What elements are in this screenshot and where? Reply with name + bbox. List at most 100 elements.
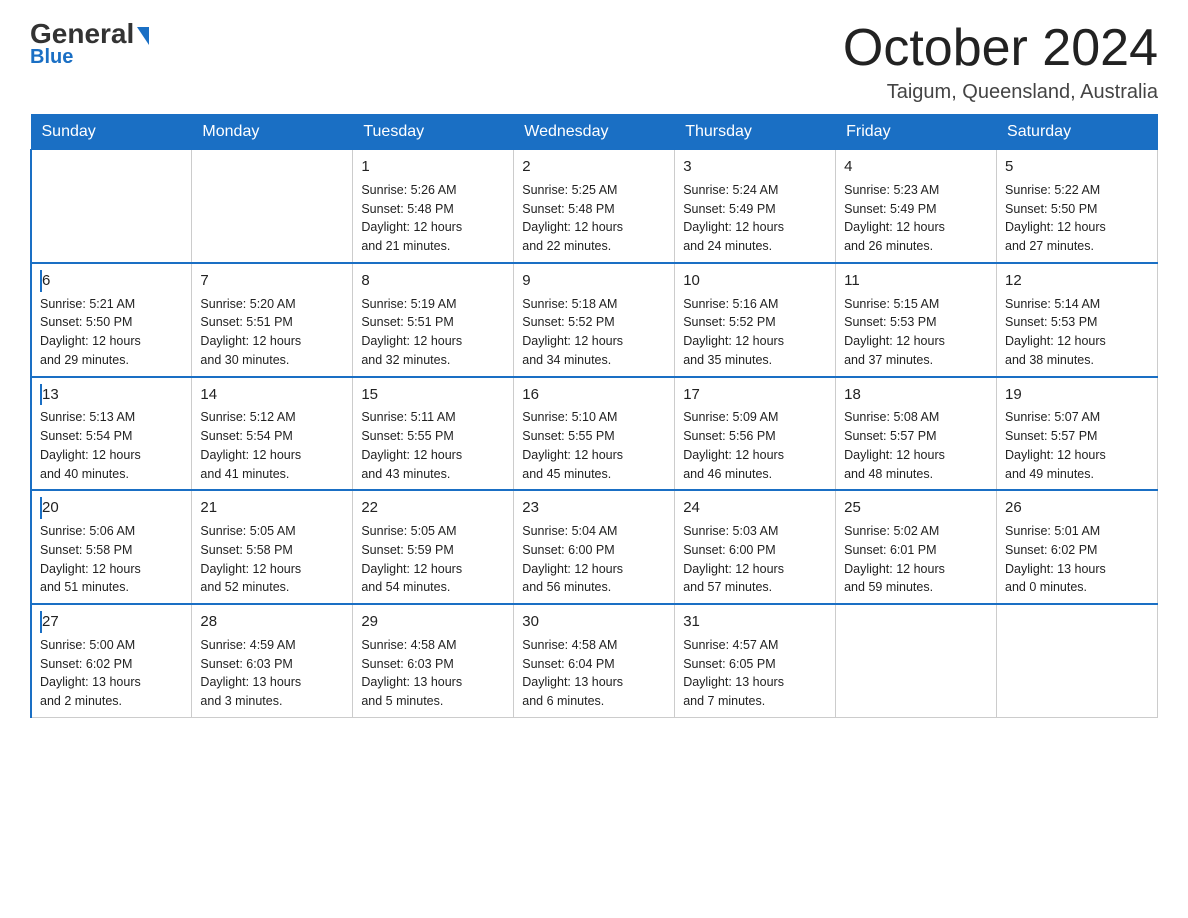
table-row: 22 Sunrise: 5:05 AMSunset: 5:59 PMDayligh… xyxy=(353,490,514,604)
table-row: 30 Sunrise: 4:58 AMSunset: 6:04 PMDayligh… xyxy=(514,604,675,717)
day-info: Sunrise: 5:00 AMSunset: 6:02 PMDaylight:… xyxy=(40,636,183,711)
day-number: 27 xyxy=(40,611,183,633)
day-info: Sunrise: 5:11 AMSunset: 5:55 PMDaylight:… xyxy=(361,408,505,483)
table-row: 28 Sunrise: 4:59 AMSunset: 6:03 PMDayligh… xyxy=(192,604,353,717)
calendar-week-row: 6Sunrise: 5:21 AMSunset: 5:50 PMDaylight… xyxy=(31,263,1158,377)
day-number: 26 xyxy=(1005,497,1149,519)
day-number: 20 xyxy=(40,497,183,519)
col-wednesday: Wednesday xyxy=(514,115,675,150)
day-info: Sunrise: 5:08 AMSunset: 5:57 PMDaylight:… xyxy=(844,408,988,483)
day-info: Sunrise: 4:58 AMSunset: 6:03 PMDaylight:… xyxy=(361,636,505,711)
day-number: 9 xyxy=(522,270,666,292)
table-row: 3Sunrise: 5:24 AMSunset: 5:49 PMDaylight… xyxy=(675,150,836,263)
table-row: 8Sunrise: 5:19 AMSunset: 5:51 PMDaylight… xyxy=(353,263,514,377)
table-row: 5 Sunrise: 5:22 AMSunset: 5:50 PMDaylight… xyxy=(997,150,1158,263)
day-info: Sunrise: 5:20 AMSunset: 5:51 PMDaylight:… xyxy=(200,295,344,370)
calendar-week-row: 1 Sunrise: 5:26 AMSunset: 5:48 PMDaylight… xyxy=(31,150,1158,263)
day-info: Sunrise: 5:04 AMSunset: 6:00 PMDaylight:… xyxy=(522,522,666,597)
day-number: 16 xyxy=(522,384,666,406)
table-row: 31 Sunrise: 4:57 AMSunset: 6:05 PMDayligh… xyxy=(675,604,836,717)
table-row: 14Sunrise: 5:12 AMSunset: 5:54 PMDayligh… xyxy=(192,377,353,491)
day-info: Sunrise: 5:05 AMSunset: 5:58 PMDaylight:… xyxy=(200,522,344,597)
table-row: 9Sunrise: 5:18 AMSunset: 5:52 PMDaylight… xyxy=(514,263,675,377)
table-row: 11 Sunrise: 5:15 AMSunset: 5:53 PMDayligh… xyxy=(836,263,997,377)
table-row: 12 Sunrise: 5:14 AMSunset: 5:53 PMDayligh… xyxy=(997,263,1158,377)
month-title: October 2024 xyxy=(843,20,1158,77)
table-row: 6Sunrise: 5:21 AMSunset: 5:50 PMDaylight… xyxy=(31,263,192,377)
calendar-week-row: 27 Sunrise: 5:00 AMSunset: 6:02 PMDayligh… xyxy=(31,604,1158,717)
title-block: October 2024 Taigum, Queensland, Austral… xyxy=(843,20,1158,104)
day-info: Sunrise: 5:22 AMSunset: 5:50 PMDaylight:… xyxy=(1005,181,1149,256)
table-row: 21 Sunrise: 5:05 AMSunset: 5:58 PMDayligh… xyxy=(192,490,353,604)
table-row: 23 Sunrise: 5:04 AMSunset: 6:00 PMDayligh… xyxy=(514,490,675,604)
logo-text-blue: Blue xyxy=(30,46,73,69)
day-info: Sunrise: 5:12 AMSunset: 5:54 PMDaylight:… xyxy=(200,408,344,483)
day-info: Sunrise: 5:13 AMSunset: 5:54 PMDaylight:… xyxy=(40,408,183,483)
table-row: 24Sunrise: 5:03 AMSunset: 6:00 PMDayligh… xyxy=(675,490,836,604)
table-row: 13Sunrise: 5:13 AMSunset: 5:54 PMDayligh… xyxy=(31,377,192,491)
day-number: 2 xyxy=(522,156,666,178)
table-row: 26 Sunrise: 5:01 AMSunset: 6:02 PMDayligh… xyxy=(997,490,1158,604)
day-number: 12 xyxy=(1005,270,1149,292)
day-info: Sunrise: 5:15 AMSunset: 5:53 PMDaylight:… xyxy=(844,295,988,370)
col-monday: Monday xyxy=(192,115,353,150)
day-number: 24 xyxy=(683,497,827,519)
day-number: 18 xyxy=(844,384,988,406)
table-row xyxy=(997,604,1158,717)
day-info: Sunrise: 5:05 AMSunset: 5:59 PMDaylight:… xyxy=(361,522,505,597)
col-friday: Friday xyxy=(836,115,997,150)
day-number: 11 xyxy=(844,270,988,292)
day-info: Sunrise: 5:25 AMSunset: 5:48 PMDaylight:… xyxy=(522,181,666,256)
table-row: 25 Sunrise: 5:02 AMSunset: 6:01 PMDayligh… xyxy=(836,490,997,604)
day-info: Sunrise: 4:57 AMSunset: 6:05 PMDaylight:… xyxy=(683,636,827,711)
day-info: Sunrise: 5:01 AMSunset: 6:02 PMDaylight:… xyxy=(1005,522,1149,597)
col-sunday: Sunday xyxy=(31,115,192,150)
day-number: 25 xyxy=(844,497,988,519)
day-info: Sunrise: 4:58 AMSunset: 6:04 PMDaylight:… xyxy=(522,636,666,711)
logo-text-general: General xyxy=(30,20,134,48)
day-info: Sunrise: 4:59 AMSunset: 6:03 PMDaylight:… xyxy=(200,636,344,711)
day-number: 5 xyxy=(1005,156,1149,178)
day-number: 17 xyxy=(683,384,827,406)
table-row: 29Sunrise: 4:58 AMSunset: 6:03 PMDayligh… xyxy=(353,604,514,717)
day-number: 4 xyxy=(844,156,988,178)
day-number: 14 xyxy=(200,384,344,406)
day-number: 28 xyxy=(200,611,344,633)
day-number: 23 xyxy=(522,497,666,519)
col-thursday: Thursday xyxy=(675,115,836,150)
day-number: 7 xyxy=(200,270,344,292)
day-number: 1 xyxy=(361,156,505,178)
day-number: 13 xyxy=(40,384,183,406)
day-number: 22 xyxy=(361,497,505,519)
day-info: Sunrise: 5:02 AMSunset: 6:01 PMDaylight:… xyxy=(844,522,988,597)
day-info: Sunrise: 5:07 AMSunset: 5:57 PMDaylight:… xyxy=(1005,408,1149,483)
col-tuesday: Tuesday xyxy=(353,115,514,150)
table-row: 15Sunrise: 5:11 AMSunset: 5:55 PMDayligh… xyxy=(353,377,514,491)
table-row: 17Sunrise: 5:09 AMSunset: 5:56 PMDayligh… xyxy=(675,377,836,491)
day-number: 10 xyxy=(683,270,827,292)
day-info: Sunrise: 5:24 AMSunset: 5:49 PMDaylight:… xyxy=(683,181,827,256)
table-row: 20Sunrise: 5:06 AMSunset: 5:58 PMDayligh… xyxy=(31,490,192,604)
day-number: 15 xyxy=(361,384,505,406)
table-row: 18Sunrise: 5:08 AMSunset: 5:57 PMDayligh… xyxy=(836,377,997,491)
day-info: Sunrise: 5:19 AMSunset: 5:51 PMDaylight:… xyxy=(361,295,505,370)
table-row: 16Sunrise: 5:10 AMSunset: 5:55 PMDayligh… xyxy=(514,377,675,491)
logo: General Blue xyxy=(30,20,149,69)
day-number: 21 xyxy=(200,497,344,519)
calendar-week-row: 13Sunrise: 5:13 AMSunset: 5:54 PMDayligh… xyxy=(31,377,1158,491)
day-info: Sunrise: 5:16 AMSunset: 5:52 PMDaylight:… xyxy=(683,295,827,370)
day-number: 30 xyxy=(522,611,666,633)
day-info: Sunrise: 5:10 AMSunset: 5:55 PMDaylight:… xyxy=(522,408,666,483)
day-info: Sunrise: 5:21 AMSunset: 5:50 PMDaylight:… xyxy=(40,295,183,370)
day-number: 19 xyxy=(1005,384,1149,406)
day-info: Sunrise: 5:26 AMSunset: 5:48 PMDaylight:… xyxy=(361,181,505,256)
calendar-week-row: 20Sunrise: 5:06 AMSunset: 5:58 PMDayligh… xyxy=(31,490,1158,604)
day-info: Sunrise: 5:23 AMSunset: 5:49 PMDaylight:… xyxy=(844,181,988,256)
table-row: 19Sunrise: 5:07 AMSunset: 5:57 PMDayligh… xyxy=(997,377,1158,491)
day-info: Sunrise: 5:09 AMSunset: 5:56 PMDaylight:… xyxy=(683,408,827,483)
table-row: 1 Sunrise: 5:26 AMSunset: 5:48 PMDaylight… xyxy=(353,150,514,263)
calendar-table: Sunday Monday Tuesday Wednesday Thursday… xyxy=(30,114,1158,718)
col-saturday: Saturday xyxy=(997,115,1158,150)
day-info: Sunrise: 5:14 AMSunset: 5:53 PMDaylight:… xyxy=(1005,295,1149,370)
day-number: 31 xyxy=(683,611,827,633)
